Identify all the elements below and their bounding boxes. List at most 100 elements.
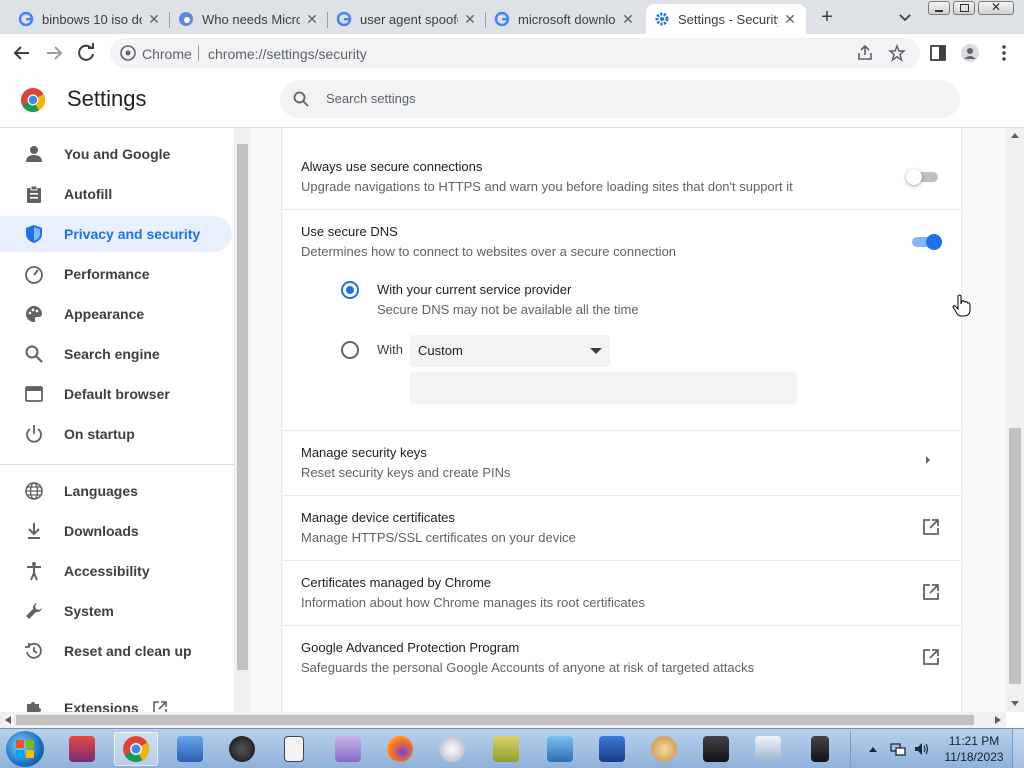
tab-title: Who needs Micro [202, 11, 300, 27]
custom-dns-input[interactable] [410, 372, 797, 404]
profile-avatar-icon[interactable] [960, 43, 980, 63]
taskbar-app-hxd[interactable] [484, 732, 528, 766]
person-icon [26, 146, 42, 162]
sidebar-item-performance[interactable]: Performance [0, 256, 232, 292]
kebab-menu-icon[interactable] [994, 43, 1014, 63]
taskbar-app-palette[interactable] [642, 732, 686, 766]
taskbar-app-computer[interactable] [590, 732, 634, 766]
browser-toolbar: Chrome chrome://settings/security [0, 34, 1024, 72]
maximize-button[interactable] [953, 1, 975, 15]
scroll-right-icon[interactable] [994, 716, 1002, 724]
taskbar-app-firefox[interactable] [378, 732, 422, 766]
search-settings-input[interactable]: Search settings [280, 80, 960, 118]
google-icon [18, 11, 34, 27]
globe-icon [25, 482, 43, 500]
radio-custom-provider[interactable] [341, 341, 359, 359]
secure-dns-toggle-on[interactable] [910, 232, 944, 252]
taskbar-app-notepad[interactable] [746, 732, 790, 766]
sidebar-item-languages[interactable]: Languages [0, 473, 232, 509]
open-in-new-icon[interactable] [922, 648, 940, 666]
close-icon[interactable]: ✕ [304, 11, 320, 28]
windows-taskbar: 11:21 PM 11/18/2023 [0, 728, 1024, 768]
side-panel-icon[interactable] [928, 43, 948, 63]
taskbar-app-paint[interactable] [220, 732, 264, 766]
sidebar-scrollbar[interactable] [234, 128, 251, 712]
sidebar-item-system[interactable]: System [0, 593, 232, 629]
taskbar-app-calculator[interactable] [798, 732, 842, 766]
taskbar-app-editor[interactable] [168, 732, 212, 766]
sidebar-item-label: Default browser [64, 386, 170, 402]
scrollbar-thumb[interactable] [237, 144, 248, 670]
scroll-left-icon[interactable] [4, 716, 12, 724]
taskbar-app-media[interactable] [694, 732, 738, 766]
search-icon [293, 91, 309, 107]
paint-bucket-icon [229, 736, 255, 762]
sidebar-item-search-engine[interactable]: Search engine [0, 336, 232, 372]
tab-microsoft[interactable]: microsoft downlo ✕ [486, 4, 644, 34]
taskbar-app-store[interactable] [60, 732, 104, 766]
sidebar-item-downloads[interactable]: Downloads [0, 513, 232, 549]
close-icon[interactable]: ✕ [146, 11, 162, 28]
dns-provider-select[interactable]: Custom [410, 335, 610, 367]
taskbar-app-settings[interactable] [430, 732, 474, 766]
sidebar-item-privacy-and-security[interactable]: Privacy and security [0, 216, 232, 252]
close-window-button[interactable]: ✕ [978, 0, 1014, 15]
omnibox-url[interactable]: chrome://settings/security [208, 46, 367, 62]
show-desktop-button[interactable] [1012, 729, 1024, 768]
sidebar-item-default-browser[interactable]: Default browser [0, 376, 232, 412]
taskbar-app-chrome[interactable] [114, 732, 158, 766]
taskbar-app-calendar[interactable] [326, 732, 370, 766]
share-icon[interactable] [856, 44, 874, 62]
horizontal-scrollbar[interactable] [0, 712, 1006, 728]
palette-icon [26, 306, 42, 322]
power-icon [26, 425, 42, 443]
forward-arrow-icon[interactable] [42, 41, 66, 65]
tab-who-needs[interactable]: Who needs Micro ✕ [170, 4, 328, 34]
sidebar-item-reset-and-clean-up[interactable]: Reset and clean up [0, 633, 232, 669]
option-title: With your current service provider [377, 282, 572, 297]
sidebar-item-extensions[interactable]: Extensions [0, 690, 232, 712]
minimize-button[interactable] [928, 1, 950, 15]
search-placeholder: Search settings [326, 91, 416, 106]
volume-icon[interactable] [914, 742, 930, 756]
scroll-down-icon[interactable] [1010, 700, 1020, 708]
sidebar-item-accessibility[interactable]: Accessibility [0, 553, 232, 589]
open-in-new-icon[interactable] [922, 518, 940, 536]
close-icon[interactable]: ✕ [620, 11, 636, 28]
sidebar-item-you-and-google[interactable]: You and Google [0, 136, 232, 172]
scrollbar-thumb[interactable] [16, 715, 974, 725]
browser-window-icon [25, 386, 43, 402]
security-card: Always use secure connections Upgrade na… [281, 128, 963, 712]
chevron-down-icon[interactable] [896, 8, 914, 26]
tray-expand-icon[interactable] [868, 745, 878, 753]
taskbar-app-monitor[interactable] [538, 732, 582, 766]
tab-user-agent[interactable]: user agent spoofe ✕ [328, 4, 486, 34]
setting-subtitle: Information about how Chrome manages its… [301, 595, 645, 610]
sidebar-item-appearance[interactable]: Appearance [0, 296, 232, 332]
google-icon [494, 11, 510, 27]
sidebar-item-autofill[interactable]: Autofill [0, 176, 232, 212]
arrow-right-icon[interactable] [923, 454, 933, 466]
editor-icon [177, 736, 203, 762]
close-icon[interactable]: ✕ [782, 11, 798, 28]
taskbar-app-solitaire[interactable] [272, 732, 316, 766]
radio-current-provider[interactable] [341, 281, 359, 299]
main-scrollbar[interactable] [1006, 128, 1024, 712]
address-bar[interactable]: Chrome chrome://settings/security [110, 38, 920, 68]
tab-binbows[interactable]: binbows 10 iso do ✕ [10, 4, 170, 34]
sidebar-item-on-startup[interactable]: On startup [0, 416, 232, 452]
open-in-new-icon[interactable] [922, 583, 940, 601]
new-tab-button[interactable]: + [814, 6, 840, 28]
reload-icon[interactable] [74, 41, 98, 65]
scroll-up-icon[interactable] [1010, 131, 1020, 139]
tab-settings-security[interactable]: Settings - Security ✕ [646, 4, 806, 34]
bookmark-star-icon[interactable] [888, 44, 906, 62]
https-toggle-off[interactable] [906, 167, 940, 187]
chrome-logo-icon [21, 88, 46, 113]
system-clock[interactable]: 11:21 PM 11/18/2023 [938, 733, 1010, 765]
back-arrow-icon[interactable] [10, 41, 34, 65]
start-button[interactable] [6, 731, 44, 767]
scrollbar-thumb[interactable] [1009, 428, 1021, 684]
network-icon[interactable] [890, 742, 906, 756]
close-icon[interactable]: ✕ [462, 11, 478, 28]
